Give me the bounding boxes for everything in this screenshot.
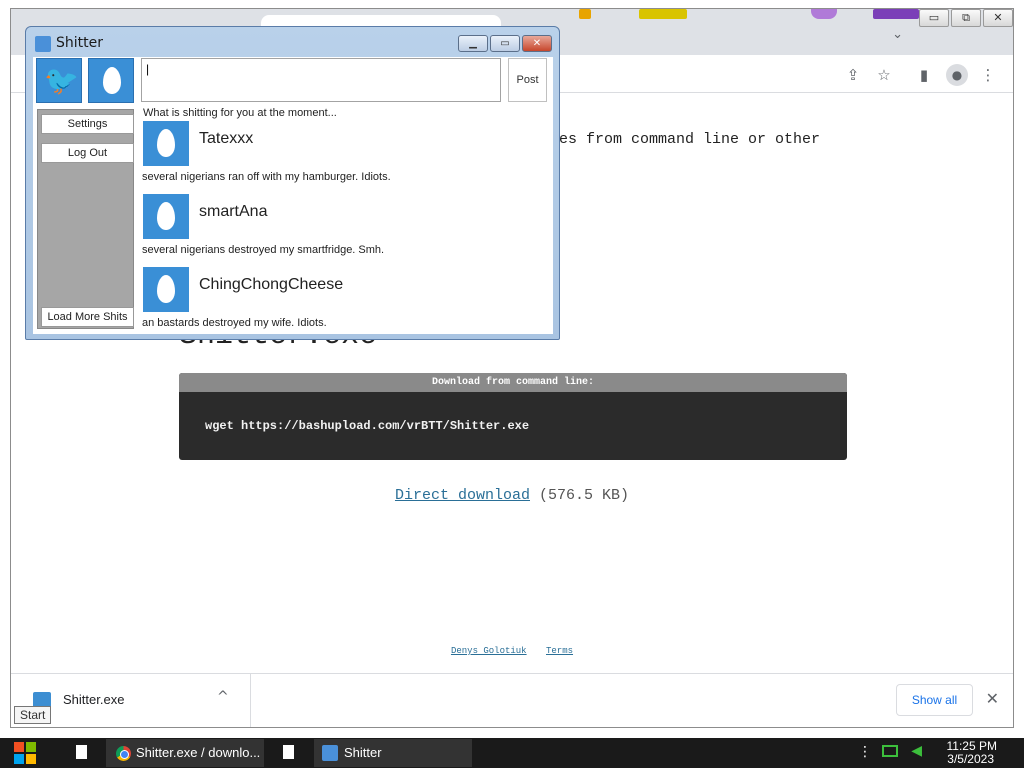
tab-fragment[interactable] xyxy=(873,9,919,19)
tab-fragment[interactable] xyxy=(639,9,687,19)
app-window-controls: ▁ ▭ ✕ xyxy=(456,35,552,52)
list-item: ChingChongCheese an bastards destroyed m… xyxy=(141,265,551,334)
network-icon[interactable] xyxy=(882,745,898,757)
download-line: Direct download (576.5 KB) xyxy=(11,487,1013,504)
show-all-button[interactable]: Show all xyxy=(896,684,973,716)
footer-link-terms[interactable]: Terms xyxy=(546,646,573,656)
list-item: smartAna several nigerians destroyed my … xyxy=(141,192,551,264)
tray-overflow-icon[interactable]: ⋮ xyxy=(858,744,872,760)
page-description: es from command line or other xyxy=(559,131,821,148)
logout-button[interactable]: Log Out xyxy=(41,143,134,163)
profile-icon[interactable]: ● xyxy=(946,64,968,86)
egg-avatar-icon xyxy=(103,67,121,94)
minimize-button[interactable]: ▭ xyxy=(919,9,949,27)
clock-time[interactable]: 11:25 PM xyxy=(947,739,997,753)
post-username[interactable]: Tatexxx xyxy=(199,130,253,148)
tab-fragment[interactable] xyxy=(811,9,837,19)
post-username[interactable]: ChingChongCheese xyxy=(199,276,343,294)
clock-date[interactable]: 3/5/2023 xyxy=(947,752,994,766)
file-size: (576.5 KB) xyxy=(539,487,630,504)
page-footer: Denys Golotiuk Terms xyxy=(11,646,1013,656)
volume-icon[interactable]: ◀ xyxy=(911,743,922,759)
taskbar-item-label: Shitter.exe / downlo... xyxy=(136,745,261,760)
user-avatar[interactable] xyxy=(88,58,134,103)
side-panel: Settings Log Out Load More Shits xyxy=(37,109,134,329)
app-titlebar[interactable]: Shitter ▁ ▭ ✕ xyxy=(26,27,559,57)
close-icon[interactable]: ✕ xyxy=(986,689,999,708)
app-title: Shitter xyxy=(56,35,103,51)
app-minimize-button[interactable]: ▁ xyxy=(458,35,488,52)
taskbar-item-shitter[interactable]: Shitter xyxy=(314,739,472,767)
post-username[interactable]: smartAna xyxy=(199,203,267,221)
chevron-up-icon[interactable]: ^ xyxy=(217,689,229,705)
share-icon[interactable]: ⇪ xyxy=(842,64,864,86)
egg-avatar-icon xyxy=(157,129,175,157)
direct-download-link[interactable]: Direct download xyxy=(395,487,530,504)
start-button[interactable] xyxy=(8,740,44,766)
tab-fragment[interactable] xyxy=(579,9,591,19)
post-text: several nigerians destroyed my smartfrid… xyxy=(142,244,385,256)
download-bar: Shitter.exe ^ Show all ✕ xyxy=(11,673,1013,727)
post-prompt: What is shitting for you at the moment..… xyxy=(143,107,337,119)
settings-button[interactable]: Settings xyxy=(41,114,134,134)
app-client-area: 🐦 | Post What is shitting for you at the… xyxy=(33,57,553,334)
app-bird-icon xyxy=(35,36,51,52)
command-box: Download from command line: wget https:/… xyxy=(179,373,847,460)
taskbar-item-chrome[interactable]: Shitter.exe / downlo... xyxy=(106,739,264,767)
side-panel-icon[interactable]: ▮ xyxy=(913,64,935,86)
menu-icon[interactable]: ⋮ xyxy=(977,64,999,86)
post-avatar[interactable] xyxy=(143,194,189,239)
app-maximize-button[interactable]: ▭ xyxy=(490,35,520,52)
command-box-header: Download from command line: xyxy=(179,373,847,392)
chrome-icon xyxy=(116,746,131,761)
egg-avatar-icon xyxy=(157,202,175,230)
start-tooltip: Start xyxy=(14,706,52,724)
post-text: an bastards destroyed my wife. Idiots. xyxy=(142,317,327,329)
app-close-button[interactable]: ✕ xyxy=(522,35,552,52)
bookmark-star-icon[interactable]: ☆ xyxy=(873,64,895,86)
windows-logo-icon xyxy=(14,742,24,752)
close-button[interactable]: ✕ xyxy=(983,9,1013,27)
post-text: several nigerians ran off with my hambur… xyxy=(142,171,391,183)
egg-avatar-icon xyxy=(157,275,175,303)
file-icon[interactable] xyxy=(283,745,294,759)
post-button[interactable]: Post xyxy=(508,58,547,102)
load-more-button[interactable]: Load More Shits xyxy=(41,307,134,327)
bird-logo-icon: 🐦 xyxy=(36,58,82,103)
post-input[interactable]: | xyxy=(141,58,501,102)
shitter-icon xyxy=(322,745,338,761)
footer-link-author[interactable]: Denys Golotiuk xyxy=(451,646,527,656)
restore-button[interactable]: ⧉ xyxy=(951,9,981,27)
post-avatar[interactable] xyxy=(143,121,189,166)
post-feed[interactable]: Tatexxx several nigerians ran off with m… xyxy=(141,119,553,334)
download-file-name: Shitter.exe xyxy=(63,692,125,707)
shitter-window: Shitter ▁ ▭ ✕ 🐦 | Post What is shitting … xyxy=(25,26,560,340)
taskbar: Shitter.exe / downlo... Shitter ⋮ ◀ 11:2… xyxy=(0,738,1024,768)
post-avatar[interactable] xyxy=(143,267,189,312)
list-item: Tatexxx several nigerians ran off with m… xyxy=(141,119,551,191)
window-controls: ▭ ⧉ ✕ xyxy=(917,9,1013,31)
wget-command[interactable]: wget https://bashupload.com/vrBTT/Shitte… xyxy=(205,419,529,433)
tab-search-icon[interactable]: ⌄ xyxy=(892,27,903,42)
taskbar-item-label: Shitter xyxy=(344,745,382,760)
file-icon[interactable] xyxy=(76,745,87,759)
